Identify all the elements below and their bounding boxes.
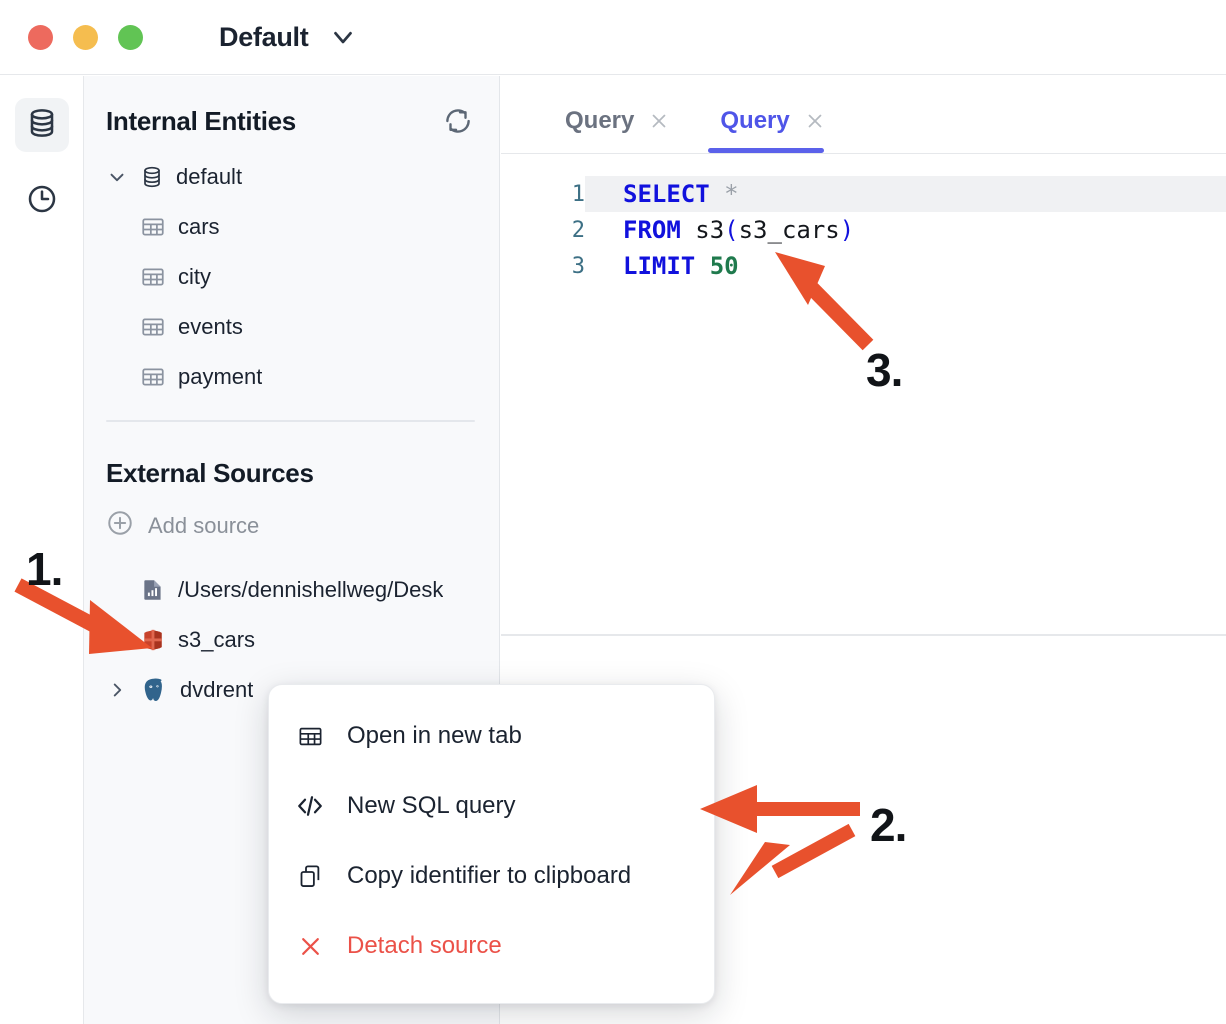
tree-item-payment[interactable]: payment bbox=[106, 352, 481, 402]
context-menu-item-detach-source[interactable]: Detach source bbox=[269, 911, 714, 981]
aws-s3-icon bbox=[140, 627, 166, 653]
chevron-down-icon[interactable] bbox=[106, 166, 128, 188]
sql-line-3[interactable]: LIMIT 50 bbox=[585, 248, 1226, 284]
context-menu-item-open-in-new-tab[interactable]: Open in new tab bbox=[269, 701, 714, 771]
annotation-step-1-number: 1. bbox=[26, 543, 63, 595]
workspace-name: Default bbox=[219, 21, 309, 52]
title-bar: Default bbox=[0, 0, 1226, 75]
sql-line-2[interactable]: FROM s3(s3_cars) bbox=[585, 212, 1226, 248]
close-window-button[interactable] bbox=[28, 24, 53, 50]
source-label: s3_cars bbox=[178, 627, 256, 652]
external-sources-header: External Sources bbox=[102, 432, 481, 501]
postgresql-icon bbox=[140, 676, 168, 704]
context-menu-item-label: Open in new tab bbox=[347, 722, 522, 749]
line-number: 2 bbox=[571, 217, 585, 243]
internal-entities-tree: default cars city events payment bbox=[102, 152, 481, 402]
context-menu-item-new-sql-query[interactable]: New SQL query bbox=[269, 771, 714, 841]
sql-query-text[interactable]: SELECT * bbox=[585, 176, 1226, 212]
context-menu-item-label: New SQL query bbox=[347, 792, 516, 819]
close-icon[interactable] bbox=[648, 110, 670, 132]
internal-entities-header: Internal Entities bbox=[102, 76, 481, 152]
sql-editor[interactable]: 1 SELECT * 2 FROM s3(s3_cars) 3 LIMIT 50 bbox=[501, 154, 1226, 636]
chevron-right-icon[interactable] bbox=[106, 679, 128, 701]
minimize-window-button[interactable] bbox=[73, 24, 98, 50]
s3-cars-source-row[interactable]: s3_cars bbox=[106, 615, 481, 665]
tab-query-1[interactable]: Query bbox=[561, 107, 674, 153]
history-rail-button[interactable] bbox=[15, 174, 69, 228]
line-number: 3 bbox=[571, 253, 585, 279]
clipboard-icon bbox=[295, 863, 325, 890]
internal-entities-title: Internal Entities bbox=[106, 105, 296, 136]
window-controls bbox=[28, 24, 143, 50]
database-icon bbox=[140, 165, 164, 189]
line-number: 1 bbox=[571, 181, 585, 207]
tree-item-label: payment bbox=[178, 364, 263, 389]
add-source-button[interactable]: Add source bbox=[102, 501, 481, 551]
annotation-step-3-number: 3. bbox=[866, 344, 903, 396]
plus-circle-icon bbox=[106, 509, 134, 543]
tree-node-label: default bbox=[176, 164, 243, 189]
add-source-label: Add source bbox=[148, 513, 260, 538]
tab-label: Query bbox=[720, 107, 790, 134]
context-menu: Open in new tab New SQL query Copy ident… bbox=[268, 684, 715, 1004]
tab-label: Query bbox=[565, 107, 635, 134]
database-rail-button[interactable] bbox=[14, 98, 69, 152]
context-menu-item-label: Copy identifier to clipboard bbox=[347, 862, 632, 889]
tree-item-cars[interactable]: cars bbox=[106, 202, 481, 252]
annotation-step-2-number: 2. bbox=[870, 799, 907, 851]
close-icon[interactable] bbox=[804, 110, 826, 132]
code-line-3: 3 LIMIT 50 bbox=[501, 248, 1226, 284]
table-icon bbox=[140, 264, 166, 290]
tree-node-default[interactable]: default bbox=[106, 152, 481, 202]
chevron-down-icon[interactable] bbox=[328, 22, 358, 52]
context-menu-item-label: Detach source bbox=[347, 932, 502, 959]
clock-history-icon bbox=[26, 183, 58, 220]
code-line-2: 2 FROM s3(s3_cars) bbox=[501, 212, 1226, 248]
tree-item-label: events bbox=[178, 314, 243, 339]
tree-item-events[interactable]: events bbox=[106, 302, 481, 352]
database-icon bbox=[26, 107, 58, 144]
tree-item-label: city bbox=[178, 264, 211, 289]
tree-item-label: cars bbox=[178, 214, 220, 239]
results-divider bbox=[501, 634, 1226, 636]
code-line-1: 1 SELECT * bbox=[501, 176, 1226, 212]
refresh-icon[interactable] bbox=[439, 102, 477, 140]
context-menu-item-copy-identifier[interactable]: Copy identifier to clipboard bbox=[269, 841, 714, 911]
file-chart-icon bbox=[140, 577, 166, 603]
sidebar-divider bbox=[106, 420, 475, 422]
table-icon bbox=[140, 364, 166, 390]
source-row-local-file[interactable]: /Users/dennishellweg/Desk bbox=[106, 565, 481, 615]
table-icon bbox=[295, 723, 325, 750]
external-sources-title: External Sources bbox=[106, 458, 314, 488]
table-icon bbox=[140, 214, 166, 240]
maximize-window-button[interactable] bbox=[118, 24, 143, 50]
tab-query-2[interactable]: Query bbox=[708, 107, 829, 153]
tree-item-city[interactable]: city bbox=[106, 252, 481, 302]
app-window: Default Internal Entities default cars c… bbox=[0, 0, 1226, 1024]
close-x-icon bbox=[295, 933, 325, 960]
editor-tabstrip: Query Query bbox=[501, 76, 1226, 154]
code-icon bbox=[295, 791, 325, 821]
source-label: /Users/dennishellweg/Desk bbox=[178, 577, 444, 602]
table-icon bbox=[140, 314, 166, 340]
source-label: dvdrent bbox=[180, 677, 254, 702]
